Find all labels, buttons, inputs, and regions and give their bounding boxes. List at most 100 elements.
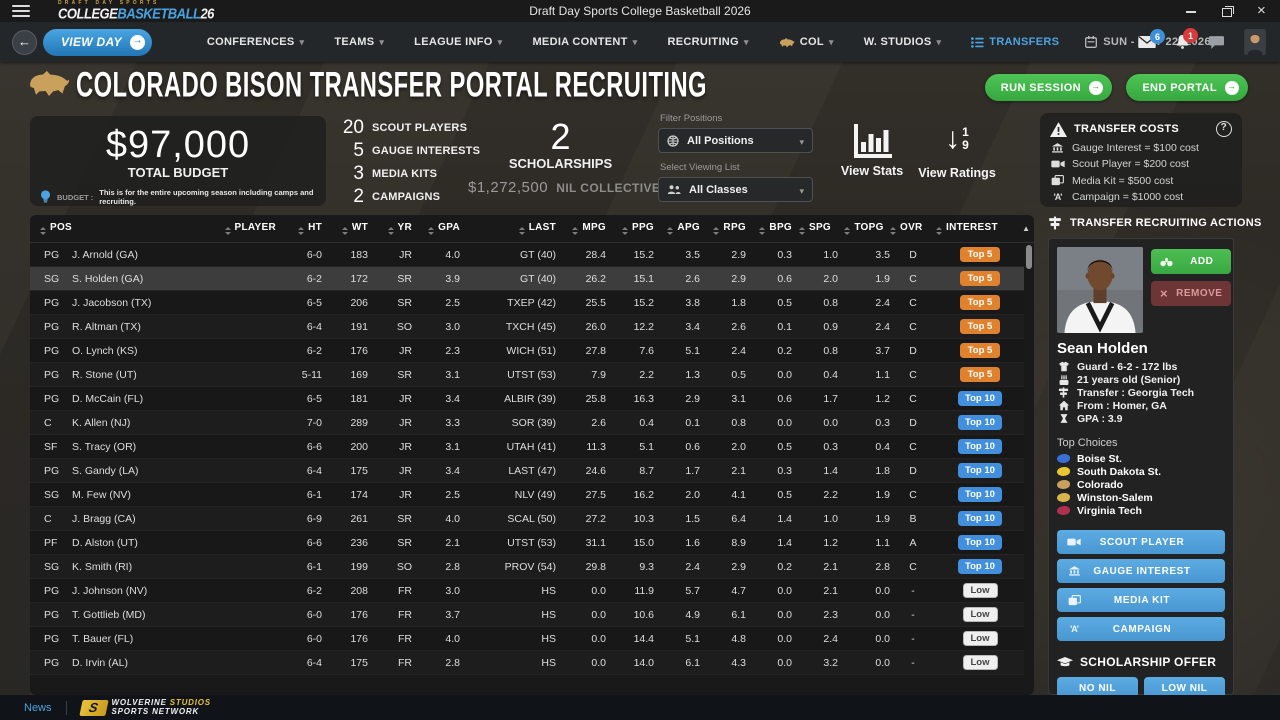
table-row[interactable]: PG O. Lynch (KS) 6-2 176 JR 2.3 WICH (51…: [30, 339, 1024, 363]
table-row[interactable]: PG J. Arnold (GA) 6-0 183 JR 4.0 GT (40)…: [30, 243, 1024, 267]
recruiting-action-button[interactable]: GAUGE INTEREST: [1057, 559, 1225, 583]
cell-topg: 1.1: [838, 537, 890, 549]
nav-menu-item[interactable]: W. STUDIOS: [864, 36, 942, 48]
count-row: 20 SCOUT PLAYERS: [338, 118, 488, 137]
table-row[interactable]: PF D. Alston (UT) 6-6 236 SR 2.1 UTST (5…: [30, 531, 1024, 555]
column-header[interactable]: LAST: [460, 222, 556, 235]
column-header[interactable]: MPG: [556, 222, 606, 235]
cell-spg: 0.8: [792, 345, 838, 357]
add-button[interactable]: ADD: [1151, 249, 1231, 274]
cell-spg: 0.4: [792, 369, 838, 381]
column-header[interactable]: HT: [276, 222, 322, 235]
calendar-icon: [1085, 36, 1097, 48]
cell-yr: SR: [368, 297, 412, 309]
top-choices-label: Top Choices: [1057, 437, 1225, 449]
count-row: 5 GAUGE INTERESTS: [338, 141, 488, 160]
table-row[interactable]: SG K. Smith (RI) 6-1 199 SO 2.8 PROV (54…: [30, 555, 1024, 579]
classes-dropdown[interactable]: All Classes: [658, 177, 813, 202]
nav-menu-item[interactable]: LEAGUE INFO: [414, 36, 502, 48]
bell-icon[interactable]: 1: [1176, 35, 1189, 49]
recruiting-action-button[interactable]: MEDIA KIT: [1057, 588, 1225, 612]
table-row[interactable]: C J. Bragg (CA) 6-9 261 SR 4.0 SCAL (50)…: [30, 507, 1024, 531]
table-row[interactable]: SG S. Holden (GA) 6-2 172 SR 3.9 GT (40)…: [30, 267, 1024, 291]
table-row[interactable]: PG T. Bauer (FL) 6-0 176 FR 4.0 HS 0.0 1…: [30, 627, 1024, 651]
cell-last: NLV (49): [460, 489, 556, 501]
cell-pos: C: [30, 513, 72, 525]
column-header[interactable]: INTEREST: [936, 222, 1024, 235]
table-row[interactable]: PG T. Gottlieb (MD) 6-0 176 FR 3.7 HS 0.…: [30, 603, 1024, 627]
run-session-button[interactable]: RUN SESSION: [985, 74, 1112, 101]
mail-icon[interactable]: 6: [1138, 36, 1156, 48]
view-day-button[interactable]: VIEW DAY: [43, 29, 152, 56]
column-header[interactable]: TOPG: [838, 222, 890, 235]
sort-ascending-icon: ▲: [1022, 224, 1030, 233]
nil-option-label: LOW NIL: [1162, 683, 1208, 694]
table-body: PG J. Arnold (GA) 6-0 183 JR 4.0 GT (40)…: [30, 243, 1034, 675]
scrollbar-thumb[interactable]: [1026, 245, 1032, 269]
nav-menu-item[interactable]: MEDIA CONTENT: [532, 36, 637, 48]
chat-icon[interactable]: [1209, 36, 1224, 49]
cell-player: T. Gottlieb (MD): [72, 609, 276, 621]
column-header-label: LAST: [529, 222, 556, 233]
cell-wt: 183: [322, 249, 368, 261]
user-avatar[interactable]: [1244, 29, 1266, 55]
column-header[interactable]: GPA: [412, 222, 460, 235]
column-header[interactable]: POS: [30, 222, 72, 235]
column-header[interactable]: SPG: [792, 222, 838, 235]
end-portal-button[interactable]: END PORTAL: [1126, 74, 1248, 101]
view-stats-button[interactable]: View Stats: [840, 124, 904, 178]
cell-last: UTAH (41): [460, 441, 556, 453]
back-arrow-button[interactable]: [12, 30, 37, 55]
table-row[interactable]: PG R. Altman (TX) 6-4 191 SO 3.0 TXCH (4…: [30, 315, 1024, 339]
remove-button[interactable]: REMOVE: [1151, 281, 1231, 306]
help-icon[interactable]: [1216, 121, 1232, 137]
table-row[interactable]: PG D. McCain (FL) 6-5 181 JR 3.4 ALBIR (…: [30, 387, 1024, 411]
column-header[interactable]: WT: [322, 222, 368, 235]
table-row[interactable]: PG S. Gandy (LA) 6-4 175 JR 3.4 LAST (47…: [30, 459, 1024, 483]
nav-menu-item[interactable]: TEAMS: [334, 36, 384, 48]
column-header[interactable]: BPG: [746, 222, 792, 235]
cell-apg: 5.1: [654, 345, 700, 357]
recruiting-action-button[interactable]: SCOUT PLAYER: [1057, 530, 1225, 554]
column-header[interactable]: YR: [368, 222, 412, 235]
cell-pos: PG: [30, 321, 72, 333]
ws-monogram-icon: [79, 700, 108, 716]
player-detail-text: 21 years old (Senior): [1077, 374, 1180, 386]
warning-icon: [1050, 122, 1067, 137]
table-row[interactable]: PG D. Irvin (AL) 6-4 175 FR 2.8 HS 0.0 1…: [30, 651, 1024, 675]
count-value: 2: [338, 187, 364, 206]
column-header[interactable]: PPG: [606, 222, 654, 235]
cell-topg: 0.0: [838, 633, 890, 645]
column-header[interactable]: PLAYER: [72, 222, 276, 235]
view-ratings-button[interactable]: View Ratings: [918, 124, 996, 180]
cell-yr: SO: [368, 561, 412, 573]
table-row[interactable]: SF S. Tracy (OR) 6-6 200 JR 3.1 UTAH (41…: [30, 435, 1024, 459]
news-link[interactable]: News: [24, 702, 52, 714]
positions-dropdown[interactable]: All Positions: [658, 128, 813, 153]
cell-topg: 1.2: [838, 393, 890, 405]
cell-mpg: 31.1: [556, 537, 606, 549]
cell-mpg: 25.8: [556, 393, 606, 405]
close-button[interactable]: [1256, 4, 1270, 18]
table-row[interactable]: PG J. Jacobson (TX) 6-5 206 SR 2.5 TXEP …: [30, 291, 1024, 315]
restore-button[interactable]: [1220, 4, 1234, 18]
column-header-label: OVR: [900, 222, 923, 233]
nav-menu-item[interactable]: TRANSFERS: [971, 36, 1059, 48]
cell-interest: Top 10: [936, 391, 1024, 406]
table-row[interactable]: SG M. Few (NV) 6-1 174 JR 2.5 NLV (49) 2…: [30, 483, 1024, 507]
player-detail-row: GPA : 3.9: [1057, 412, 1225, 425]
column-header[interactable]: OVR: [890, 222, 936, 235]
nav-menu-item[interactable]: CONFERENCES: [207, 36, 304, 48]
column-header[interactable]: RPG: [700, 222, 746, 235]
nav-menu-item[interactable]: COL: [779, 36, 834, 48]
table-row[interactable]: PG R. Stone (UT) 5-11 169 SR 3.1 UTST (5…: [30, 363, 1024, 387]
cell-ovr: A: [890, 537, 936, 549]
cell-gpa: 3.0: [412, 321, 460, 333]
column-header[interactable]: APG: [654, 222, 700, 235]
nav-menu-item[interactable]: RECRUITING: [667, 36, 748, 48]
table-row[interactable]: C K. Allen (NJ) 7-0 289 JR 3.3 SOR (39) …: [30, 411, 1024, 435]
minimize-button[interactable]: [1184, 4, 1198, 18]
cost-item: Gauge Interest = $100 cost: [1050, 142, 1232, 154]
table-row[interactable]: PG J. Johnson (NV) 6-2 208 FR 3.0 HS 0.0…: [30, 579, 1024, 603]
recruiting-action-button[interactable]: CAMPAIGN: [1057, 617, 1225, 641]
